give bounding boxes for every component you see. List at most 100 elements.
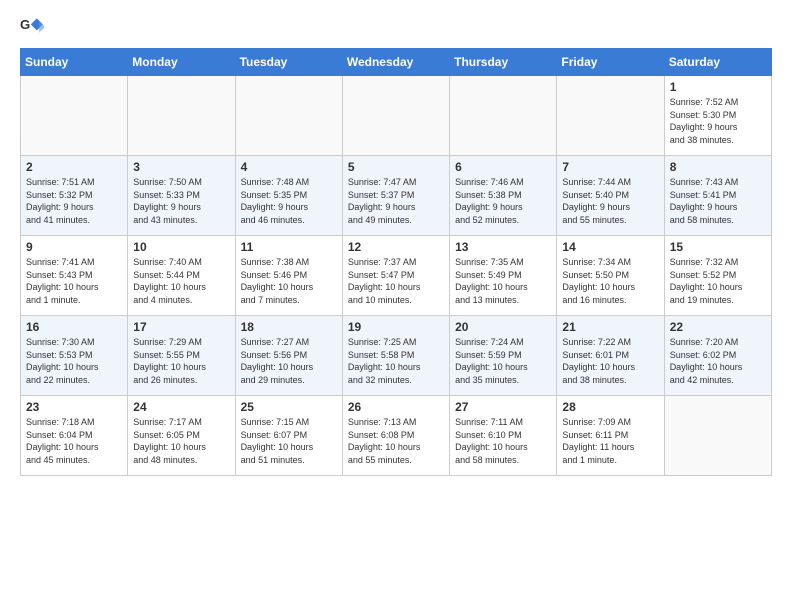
calendar-cell: 22 Sunrise: 7:20 AM Sunset: 6:02 PM Dayli… [664,316,771,396]
day-number: 14 [562,240,658,254]
day-number: 19 [348,320,444,334]
calendar-cell: 18 Sunrise: 7:27 AM Sunset: 5:56 PM Dayli… [235,316,342,396]
day-info: Sunrise: 7:20 AM Sunset: 6:02 PM Dayligh… [670,336,766,386]
calendar-cell [557,76,664,156]
day-number: 8 [670,160,766,174]
day-info: Sunrise: 7:22 AM Sunset: 6:01 PM Dayligh… [562,336,658,386]
day-number: 1 [670,80,766,94]
day-info: Sunrise: 7:48 AM Sunset: 5:35 PM Dayligh… [241,176,337,226]
day-info: Sunrise: 7:41 AM Sunset: 5:43 PM Dayligh… [26,256,122,306]
day-number: 9 [26,240,122,254]
calendar-header-saturday: Saturday [664,49,771,76]
day-info: Sunrise: 7:11 AM Sunset: 6:10 PM Dayligh… [455,416,551,466]
day-info: Sunrise: 7:15 AM Sunset: 6:07 PM Dayligh… [241,416,337,466]
day-info: Sunrise: 7:25 AM Sunset: 5:58 PM Dayligh… [348,336,444,386]
day-number: 22 [670,320,766,334]
header: G [20,16,772,40]
svg-text:G: G [20,17,30,32]
day-info: Sunrise: 7:34 AM Sunset: 5:50 PM Dayligh… [562,256,658,306]
day-info: Sunrise: 7:40 AM Sunset: 5:44 PM Dayligh… [133,256,229,306]
day-info: Sunrise: 7:52 AM Sunset: 5:30 PM Dayligh… [670,96,766,146]
calendar-cell: 20Sunrise: 7:24 AM Sunset: 5:59 PM Dayli… [450,316,557,396]
calendar-cell: 25 Sunrise: 7:15 AM Sunset: 6:07 PM Dayli… [235,396,342,476]
day-number: 11 [241,240,337,254]
day-number: 18 [241,320,337,334]
day-info: Sunrise: 7:38 AM Sunset: 5:46 PM Dayligh… [241,256,337,306]
calendar-week-row: 23 Sunrise: 7:18 AM Sunset: 6:04 PM Dayli… [21,396,772,476]
calendar-cell: 26 Sunrise: 7:13 AM Sunset: 6:08 PM Dayli… [342,396,449,476]
day-info: Sunrise: 7:37 AM Sunset: 5:47 PM Dayligh… [348,256,444,306]
calendar-cell: 14 Sunrise: 7:34 AM Sunset: 5:50 PM Dayli… [557,236,664,316]
day-number: 5 [348,160,444,174]
day-number: 16 [26,320,122,334]
day-info: Sunrise: 7:09 AM Sunset: 6:11 PM Dayligh… [562,416,658,466]
calendar-cell: 27 Sunrise: 7:11 AM Sunset: 6:10 PM Dayli… [450,396,557,476]
calendar-header-thursday: Thursday [450,49,557,76]
calendar-table: SundayMondayTuesdayWednesdayThursdayFrid… [20,48,772,476]
calendar-header-monday: Monday [128,49,235,76]
calendar-cell: 6Sunrise: 7:46 AM Sunset: 5:38 PM Daylig… [450,156,557,236]
calendar-header-wednesday: Wednesday [342,49,449,76]
calendar-cell: 10 Sunrise: 7:40 AM Sunset: 5:44 PM Dayli… [128,236,235,316]
calendar-week-row: 9 Sunrise: 7:41 AM Sunset: 5:43 PM Daylig… [21,236,772,316]
day-number: 27 [455,400,551,414]
calendar-week-row: 2Sunrise: 7:51 AM Sunset: 5:32 PM Daylig… [21,156,772,236]
day-info: Sunrise: 7:27 AM Sunset: 5:56 PM Dayligh… [241,336,337,386]
logo: G [20,16,48,40]
day-number: 3 [133,160,229,174]
calendar-header-sunday: Sunday [21,49,128,76]
day-number: 4 [241,160,337,174]
calendar-cell: 16 Sunrise: 7:30 AM Sunset: 5:53 PM Dayli… [21,316,128,396]
calendar-cell: 24 Sunrise: 7:17 AM Sunset: 6:05 PM Dayli… [128,396,235,476]
calendar-header-friday: Friday [557,49,664,76]
day-info: Sunrise: 7:17 AM Sunset: 6:05 PM Dayligh… [133,416,229,466]
day-info: Sunrise: 7:47 AM Sunset: 5:37 PM Dayligh… [348,176,444,226]
calendar-cell [235,76,342,156]
calendar-cell [342,76,449,156]
day-info: Sunrise: 7:32 AM Sunset: 5:52 PM Dayligh… [670,256,766,306]
day-number: 21 [562,320,658,334]
calendar-cell: 7 Sunrise: 7:44 AM Sunset: 5:40 PM Daylig… [557,156,664,236]
day-number: 10 [133,240,229,254]
calendar-cell [128,76,235,156]
calendar-cell: 23 Sunrise: 7:18 AM Sunset: 6:04 PM Dayli… [21,396,128,476]
calendar-header-tuesday: Tuesday [235,49,342,76]
calendar-cell: 28 Sunrise: 7:09 AM Sunset: 6:11 PM Dayli… [557,396,664,476]
day-info: Sunrise: 7:13 AM Sunset: 6:08 PM Dayligh… [348,416,444,466]
day-number: 7 [562,160,658,174]
day-info: Sunrise: 7:50 AM Sunset: 5:33 PM Dayligh… [133,176,229,226]
calendar-cell: 4 Sunrise: 7:48 AM Sunset: 5:35 PM Daylig… [235,156,342,236]
day-info: Sunrise: 7:18 AM Sunset: 6:04 PM Dayligh… [26,416,122,466]
day-number: 13 [455,240,551,254]
day-number: 6 [455,160,551,174]
day-info: Sunrise: 7:44 AM Sunset: 5:40 PM Dayligh… [562,176,658,226]
day-number: 2 [26,160,122,174]
calendar-cell: 11 Sunrise: 7:38 AM Sunset: 5:46 PM Dayli… [235,236,342,316]
calendar-cell: 8 Sunrise: 7:43 AM Sunset: 5:41 PM Daylig… [664,156,771,236]
day-number: 20 [455,320,551,334]
calendar-cell [664,396,771,476]
day-info: Sunrise: 7:29 AM Sunset: 5:55 PM Dayligh… [133,336,229,386]
calendar-cell: 13Sunrise: 7:35 AM Sunset: 5:49 PM Dayli… [450,236,557,316]
calendar-cell: 19 Sunrise: 7:25 AM Sunset: 5:58 PM Dayli… [342,316,449,396]
day-number: 28 [562,400,658,414]
page: G SundayMondayTuesdayWednesdayThursdayFr… [0,0,792,486]
day-number: 23 [26,400,122,414]
calendar-cell [21,76,128,156]
calendar-cell: 15 Sunrise: 7:32 AM Sunset: 5:52 PM Dayli… [664,236,771,316]
calendar-cell: 1 Sunrise: 7:52 AM Sunset: 5:30 PM Daylig… [664,76,771,156]
day-info: Sunrise: 7:30 AM Sunset: 5:53 PM Dayligh… [26,336,122,386]
calendar-cell: 3 Sunrise: 7:50 AM Sunset: 5:33 PM Daylig… [128,156,235,236]
day-number: 26 [348,400,444,414]
calendar-cell: 2Sunrise: 7:51 AM Sunset: 5:32 PM Daylig… [21,156,128,236]
calendar-cell: 5 Sunrise: 7:47 AM Sunset: 5:37 PM Daylig… [342,156,449,236]
calendar-week-row: 16 Sunrise: 7:30 AM Sunset: 5:53 PM Dayli… [21,316,772,396]
day-number: 25 [241,400,337,414]
calendar-cell: 9 Sunrise: 7:41 AM Sunset: 5:43 PM Daylig… [21,236,128,316]
day-number: 15 [670,240,766,254]
day-number: 12 [348,240,444,254]
day-info: Sunrise: 7:43 AM Sunset: 5:41 PM Dayligh… [670,176,766,226]
day-number: 24 [133,400,229,414]
calendar-cell: 17Sunrise: 7:29 AM Sunset: 5:55 PM Dayli… [128,316,235,396]
calendar-cell: 21 Sunrise: 7:22 AM Sunset: 6:01 PM Dayli… [557,316,664,396]
